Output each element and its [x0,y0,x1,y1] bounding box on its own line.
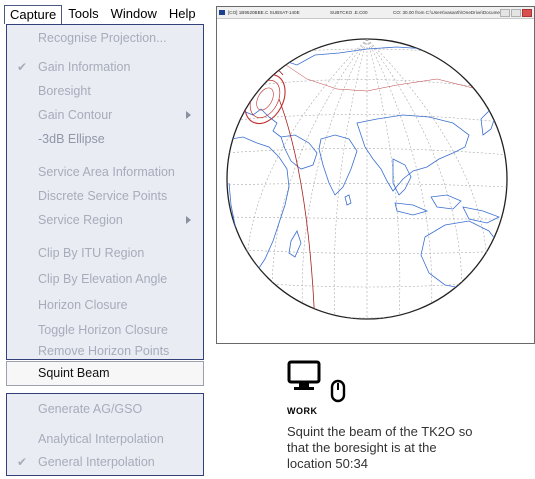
submenu-arrow-icon [186,111,191,119]
map-window: [CO] 1B9520BBE.C SUBSAT-140E SUBTCKO .E.… [216,6,535,344]
globe-map[interactable] [217,19,534,343]
menu-item-general-interpolation[interactable]: ✔ General Interpolation [7,449,203,475]
menu-item-discrete-service-points[interactable]: Discrete Service Points [7,183,203,209]
capture-dropdown-lower: Generate AG/GSO Analytical Interpolation… [6,393,204,476]
map-title-left: [CO] 1B9520BBE.C SUBSAT-140E [228,10,300,15]
menu-item-horizon-closure[interactable]: Horizon Closure [7,292,203,318]
map-window-titlebar: [CO] 1B9520BBE.C SUBSAT-140E SUBTCKO .E.… [217,7,534,19]
menu-item-boresight[interactable]: Boresight [7,78,203,104]
menu-window[interactable]: Window [105,5,163,23]
menu-capture[interactable]: Capture [4,4,63,24]
work-badge: WORK [287,359,347,416]
menu-item-service-region[interactable]: Service Region [7,207,203,233]
menu-item-squint-beam[interactable]: Squint Beam [6,361,204,386]
instruction-line: Squint the beam of the TK2O so [287,424,473,439]
menu-item-gain-information[interactable]: ✔ Gain Information [7,54,203,80]
menu-item-3db-ellipse[interactable]: -3dB Ellipse [7,126,203,152]
maximize-icon[interactable] [511,9,521,17]
close-icon[interactable] [522,9,532,17]
menu-item-clip-by-itu-region[interactable]: Clip By ITU Region [7,240,203,266]
check-icon: ✔ [17,60,28,74]
menu-separator [7,52,203,53]
map-title-mid: SUBTCKO .E.C00 [330,10,368,15]
check-icon: ✔ [17,455,28,469]
menu-item-service-area-information[interactable]: Service Area Information [7,159,203,185]
map-title-right: CO: 30.00 from C:\Users\vasanth\OneDrive… [393,10,507,15]
instruction-line: that the boresight is at the [287,440,437,455]
submenu-arrow-icon [186,216,191,224]
minimize-icon[interactable] [500,9,510,17]
work-instruction: Squint the beam of the TK2O so that the … [287,424,527,472]
menu-item-clip-by-elevation-angle[interactable]: Clip By Elevation Angle [7,266,203,292]
menu-item-generate-ag-gso[interactable]: Generate AG/GSO [7,396,203,422]
menu-bar: Capture Tools Window Help [4,4,204,24]
computer-mouse-icon [287,360,346,403]
capture-dropdown: Recognise Projection... ✔ Gain Informati… [6,24,204,360]
window-controls [500,9,532,17]
menu-help[interactable]: Help [163,5,202,23]
instruction-line: location 50:34 [287,456,368,471]
app-icon [219,10,225,15]
menu-item-recognise-projection[interactable]: Recognise Projection... [7,25,203,51]
menu-item-gain-contour[interactable]: Gain Contour [7,102,203,128]
work-label: WORK [287,406,318,416]
menu-tools[interactable]: Tools [62,5,104,23]
